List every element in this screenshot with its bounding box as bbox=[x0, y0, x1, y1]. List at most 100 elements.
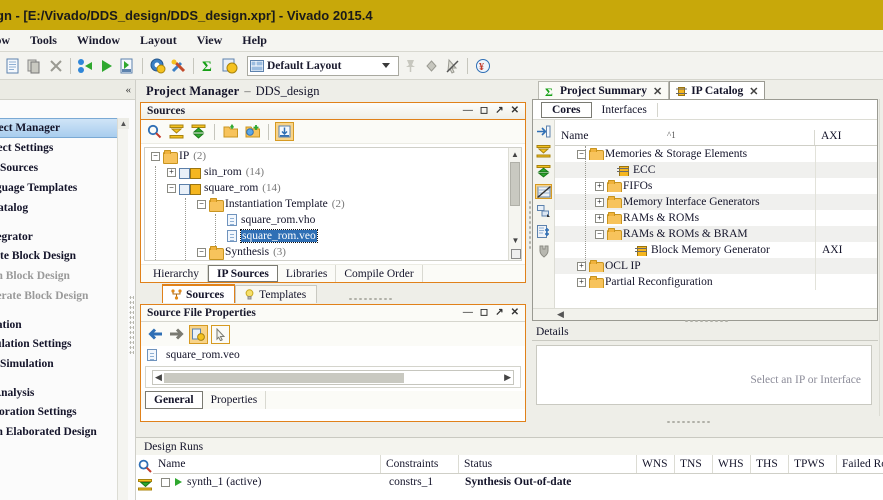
summary-sigma-icon[interactable]: Σ bbox=[199, 56, 218, 75]
column-header-ths[interactable]: THS bbox=[751, 455, 789, 473]
minimize-icon[interactable]: — bbox=[463, 308, 473, 318]
ip-row-ecc[interactable]: ECC bbox=[555, 162, 877, 178]
close-icon[interactable]: ✕ bbox=[653, 85, 662, 98]
ip-row-rams-roms[interactable]: + RAMs & ROMs bbox=[555, 210, 877, 226]
tree-item-instantiation-template[interactable]: − Instantiation Template (2) bbox=[145, 196, 521, 212]
sources-tree[interactable]: − IP (2) + sin_rom (14) − square_rom (14… bbox=[144, 147, 522, 261]
close-icon[interactable]: ✕ bbox=[749, 85, 758, 98]
sidebar-item-project-settings[interactable]: Project Settings bbox=[0, 138, 134, 158]
collapse-panel-icon[interactable]: « bbox=[126, 84, 132, 96]
scroll-down-icon[interactable]: ▼ bbox=[509, 236, 521, 245]
maximize-icon[interactable]: ◻ bbox=[480, 308, 488, 318]
column-header-name[interactable]: Name bbox=[153, 455, 381, 473]
expand-all-icon[interactable] bbox=[189, 122, 208, 141]
menu-item-help[interactable]: Help bbox=[232, 31, 277, 50]
tab-sources[interactable]: Sources bbox=[162, 284, 236, 303]
expand-all-icon[interactable] bbox=[535, 164, 552, 179]
scroll-thumb[interactable] bbox=[164, 373, 404, 383]
table-row[interactable]: synth_1 (active) constrs_1 Synthesis Out… bbox=[153, 474, 883, 490]
customize-ip-icon[interactable] bbox=[535, 244, 552, 259]
tree-item-ip[interactable]: − IP (2) bbox=[145, 148, 521, 164]
ip-row-memories-storage[interactable]: − Memories & Storage Elements bbox=[555, 146, 877, 162]
splitter-handle-horizontal[interactable] bbox=[684, 319, 728, 323]
scroll-left-icon[interactable]: ◀ bbox=[155, 372, 162, 383]
open-file-icon[interactable] bbox=[221, 122, 240, 141]
expand-expander-icon[interactable]: + bbox=[167, 167, 176, 177]
scroll-up-icon[interactable]: ▲ bbox=[509, 148, 521, 161]
add-ip-to-project-icon[interactable] bbox=[535, 124, 552, 139]
splitter-handle-horizontal-2[interactable] bbox=[666, 420, 710, 424]
search-icon[interactable] bbox=[136, 458, 153, 473]
collapse-expander-icon[interactable]: − bbox=[167, 183, 176, 193]
vertical-splitter-handle[interactable] bbox=[528, 200, 532, 250]
minimize-icon[interactable]: — bbox=[463, 106, 473, 116]
menu-item-window[interactable]: Window bbox=[67, 31, 130, 50]
ip-row-ocl-ip[interactable]: + OCL IP bbox=[555, 258, 877, 274]
ip-row-fifos[interactable]: + FIFOs bbox=[555, 178, 877, 194]
tab-general[interactable]: General bbox=[145, 391, 203, 409]
column-header-name[interactable]: ^1 Name bbox=[555, 130, 815, 145]
ip-catalog-grid[interactable]: ^1 Name AXI − Memories & Storage Element… bbox=[555, 120, 877, 308]
ip-row-rams-roms-bram[interactable]: − RAMs & ROMs & BRAM bbox=[555, 226, 877, 242]
collapse-all-icon[interactable] bbox=[136, 477, 153, 492]
sidebar-item-project-manager[interactable]: Project Manager bbox=[0, 118, 126, 138]
collapse-expander-icon[interactable]: − bbox=[595, 229, 604, 239]
column-header-constraints[interactable]: Constraints bbox=[381, 455, 459, 473]
close-icon[interactable]: ✕ bbox=[511, 106, 519, 116]
refresh-gear-icon[interactable] bbox=[220, 56, 239, 75]
run-icon[interactable] bbox=[97, 56, 116, 75]
sidebar-item-generate-block-design[interactable]: Generate Block Design bbox=[0, 286, 134, 306]
sidebar-item-open-elaborated-design[interactable]: Open Elaborated Design bbox=[0, 422, 134, 442]
expand-expander-icon[interactable]: + bbox=[595, 197, 604, 207]
sidebar-item-simulation-settings[interactable]: Simulation Settings bbox=[0, 334, 134, 354]
sidebar-item-language-templates[interactable]: Language Templates bbox=[0, 178, 134, 198]
collapse-expander-icon[interactable]: − bbox=[197, 199, 206, 209]
column-header-tns[interactable]: TNS bbox=[675, 455, 713, 473]
sidebar-item-create-block-design[interactable]: Create Block Design bbox=[0, 246, 134, 266]
tab-hierarchy[interactable]: Hierarchy bbox=[145, 265, 208, 282]
diamond-icon[interactable] bbox=[422, 56, 441, 75]
pointer-icon[interactable] bbox=[211, 324, 230, 344]
tree-item-sin-rom[interactable]: + sin_rom (14) bbox=[145, 164, 521, 180]
sources-tree-scrollbar[interactable]: ▲ ▼ bbox=[508, 148, 521, 260]
report-icon[interactable] bbox=[118, 56, 137, 75]
tools-icon[interactable] bbox=[169, 56, 188, 75]
menu-item-view[interactable]: View bbox=[187, 31, 233, 50]
column-header-tpws[interactable]: TPWS bbox=[789, 455, 837, 473]
column-header-status[interactable]: Status bbox=[459, 455, 637, 473]
run-flow-icon[interactable] bbox=[76, 56, 95, 75]
add-sources-icon[interactable] bbox=[243, 122, 262, 141]
splitter-handle-horizontal[interactable] bbox=[348, 297, 392, 301]
tab-project-summary[interactable]: Σ Project Summary ✕ bbox=[538, 81, 670, 100]
sidebar-item-elaboration-settings[interactable]: Elaboration Settings bbox=[0, 402, 134, 422]
ip-settings-icon[interactable] bbox=[535, 224, 552, 239]
float-icon[interactable]: ↗ bbox=[495, 106, 503, 116]
tab-ip-sources[interactable]: IP Sources bbox=[207, 265, 278, 282]
sfp-horizontal-scrollbar[interactable]: ◀ ▶ bbox=[152, 370, 514, 385]
ip-row-block-memory-generator[interactable]: Block Memory Generator AXI bbox=[555, 242, 877, 258]
column-header-failed-routes[interactable]: Failed Rout bbox=[837, 455, 883, 473]
column-header-wns[interactable]: WNS bbox=[637, 455, 675, 473]
chevron-down-icon[interactable] bbox=[382, 63, 390, 68]
ip-row-memory-interface-generators[interactable]: + Memory Interface Generators bbox=[555, 194, 877, 210]
design-run-name-cell[interactable]: synth_1 (active) bbox=[153, 474, 381, 490]
tab-libraries[interactable]: Libraries bbox=[278, 265, 337, 282]
collapse-all-icon[interactable] bbox=[167, 122, 186, 141]
tree-item-square-rom-veo[interactable]: square_rom.veo bbox=[145, 228, 521, 244]
pointer-off-icon[interactable] bbox=[443, 56, 462, 75]
scroll-right-icon[interactable]: ▶ bbox=[504, 372, 511, 383]
sidebar-item-open-block-design[interactable]: Open Block Design bbox=[0, 266, 134, 286]
sidebar-item-ip-catalog[interactable]: IP Catalog bbox=[0, 198, 134, 218]
sidebar-item-add-sources[interactable]: Add Sources bbox=[0, 158, 134, 178]
group-by-icon[interactable] bbox=[535, 204, 552, 219]
back-arrow-icon[interactable] bbox=[145, 325, 164, 344]
properties-icon[interactable] bbox=[189, 324, 208, 344]
language-icon[interactable]: ¥ bbox=[473, 56, 492, 75]
forward-arrow-icon[interactable] bbox=[167, 325, 186, 344]
tab-templates[interactable]: Templates bbox=[235, 285, 318, 303]
flow-navigator-scrollbar[interactable]: ▲ bbox=[117, 118, 129, 500]
scroll-corner-icon[interactable] bbox=[510, 249, 521, 259]
collapse-expander-icon[interactable]: − bbox=[151, 151, 160, 161]
ip-row-partial-reconfiguration[interactable]: + Partial Reconfiguration bbox=[555, 274, 877, 290]
collapse-expander-icon[interactable]: − bbox=[197, 247, 206, 257]
